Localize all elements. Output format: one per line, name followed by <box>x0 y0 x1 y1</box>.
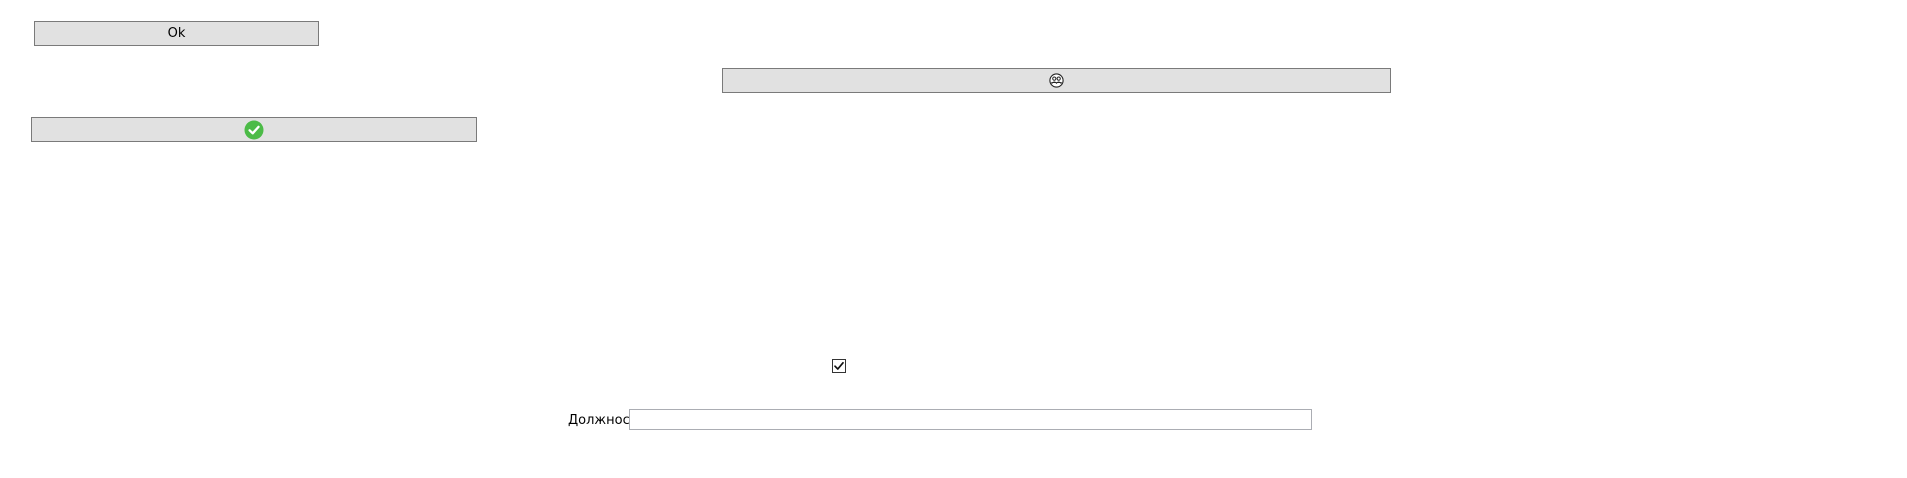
position-input[interactable] <box>629 409 1312 430</box>
ok-button[interactable]: Ok <box>34 21 319 46</box>
people-button[interactable] <box>722 68 1391 93</box>
checkmark-icon <box>833 360 845 372</box>
confirm-check-button[interactable] <box>31 117 477 142</box>
green-check-circle-icon <box>244 120 264 140</box>
ok-button-label: Ok <box>167 26 186 41</box>
checkbox[interactable] <box>832 359 846 373</box>
people-group-icon <box>1049 73 1064 88</box>
